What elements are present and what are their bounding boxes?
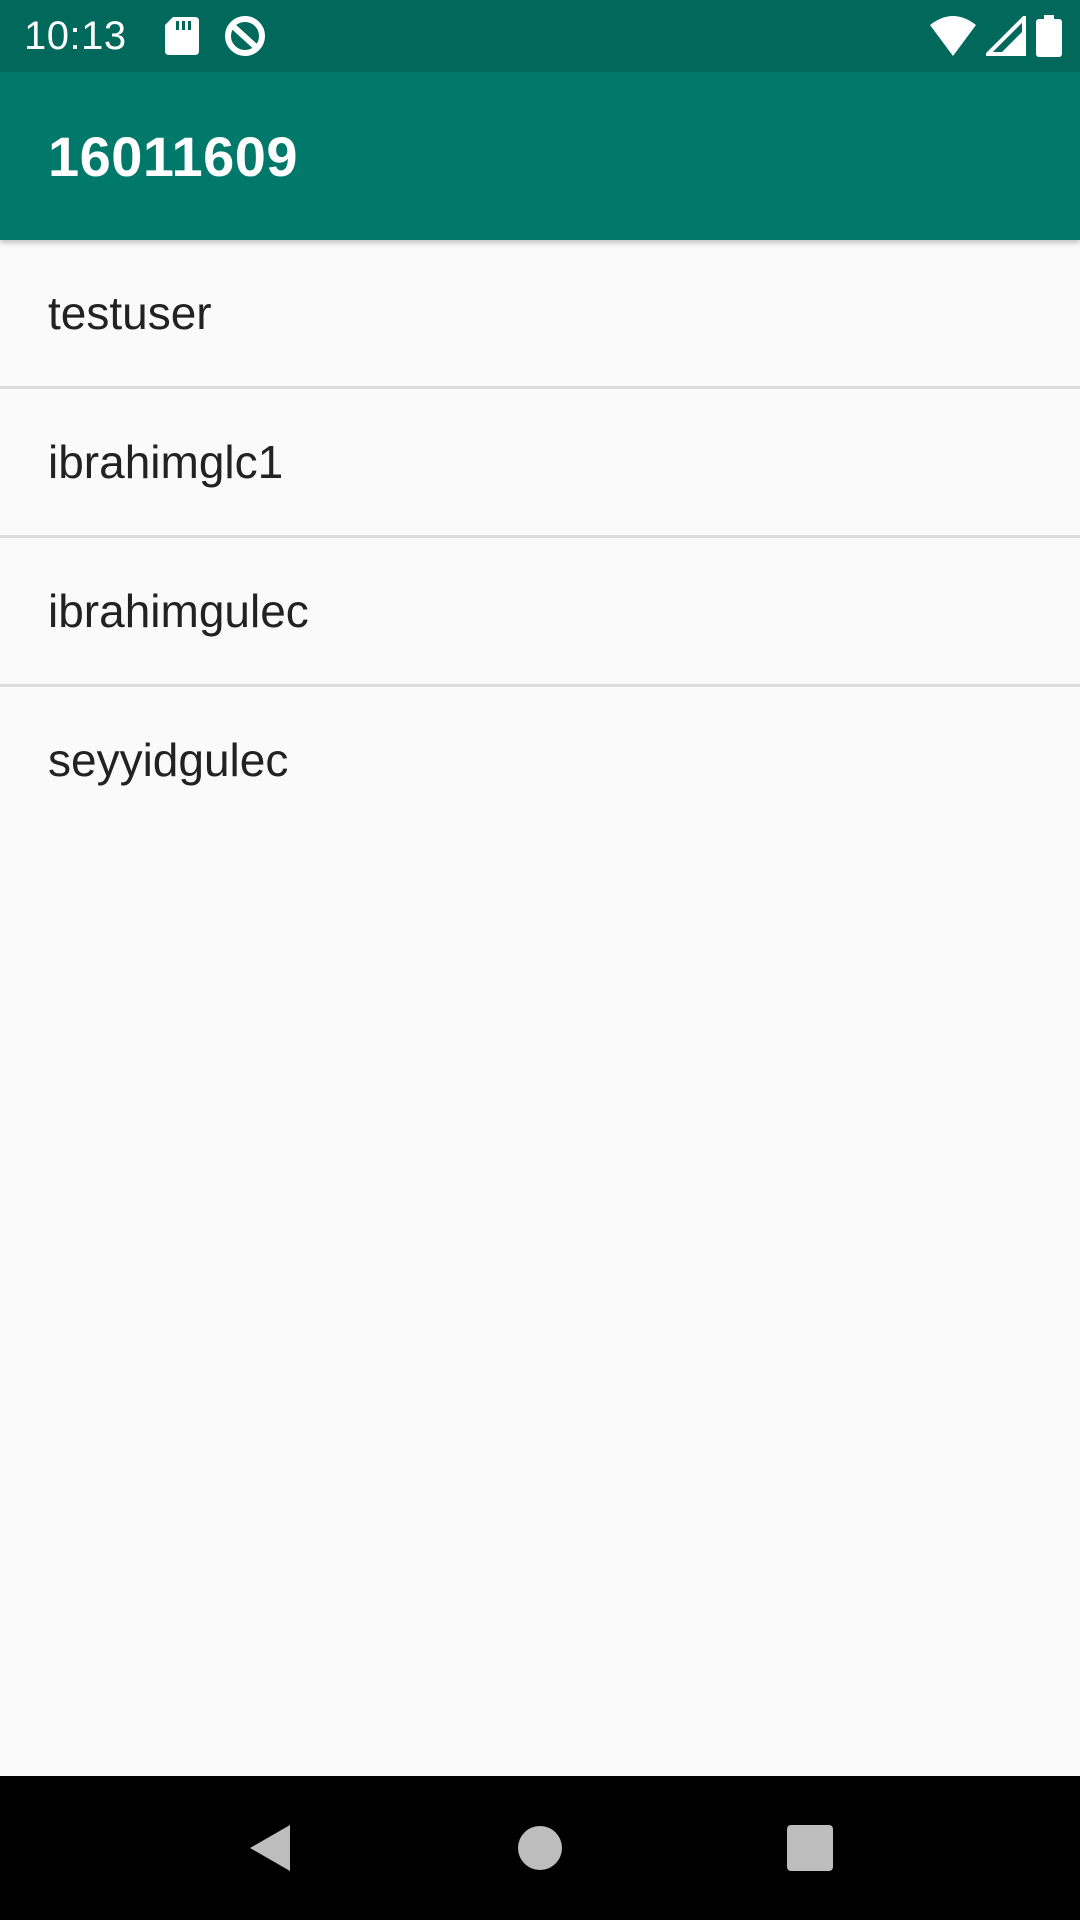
recents-icon: [787, 1825, 833, 1871]
sd-card-icon: [164, 17, 199, 55]
list-item[interactable]: testuser: [0, 240, 1080, 389]
status-time: 10:13: [24, 13, 127, 58]
list-item-label: ibrahimglc1: [48, 436, 284, 488]
app-bar: 16011609: [0, 72, 1080, 240]
home-button[interactable]: [490, 1776, 590, 1920]
list-item-label: testuser: [48, 287, 212, 339]
list-item[interactable]: seyyidgulec: [0, 687, 1080, 833]
back-button[interactable]: [220, 1776, 320, 1920]
status-bar: 10:13: [0, 0, 1080, 72]
wifi-icon: [930, 16, 976, 56]
back-icon: [250, 1825, 290, 1871]
list-item-label: seyyidgulec: [48, 734, 289, 786]
user-list: testuser ibrahimglc1 ibrahimgulec seyyid…: [0, 240, 1080, 833]
page-title: 16011609: [48, 124, 299, 188]
signal-icon: [986, 16, 1026, 56]
battery-icon: [1036, 15, 1062, 57]
sync-icon: [223, 14, 267, 58]
list-item-label: ibrahimgulec: [48, 585, 309, 637]
list-item[interactable]: ibrahimglc1: [0, 389, 1080, 538]
recents-button[interactable]: [760, 1776, 860, 1920]
home-icon: [518, 1826, 562, 1870]
navigation-bar: [0, 1776, 1080, 1920]
list-item[interactable]: ibrahimgulec: [0, 538, 1080, 687]
